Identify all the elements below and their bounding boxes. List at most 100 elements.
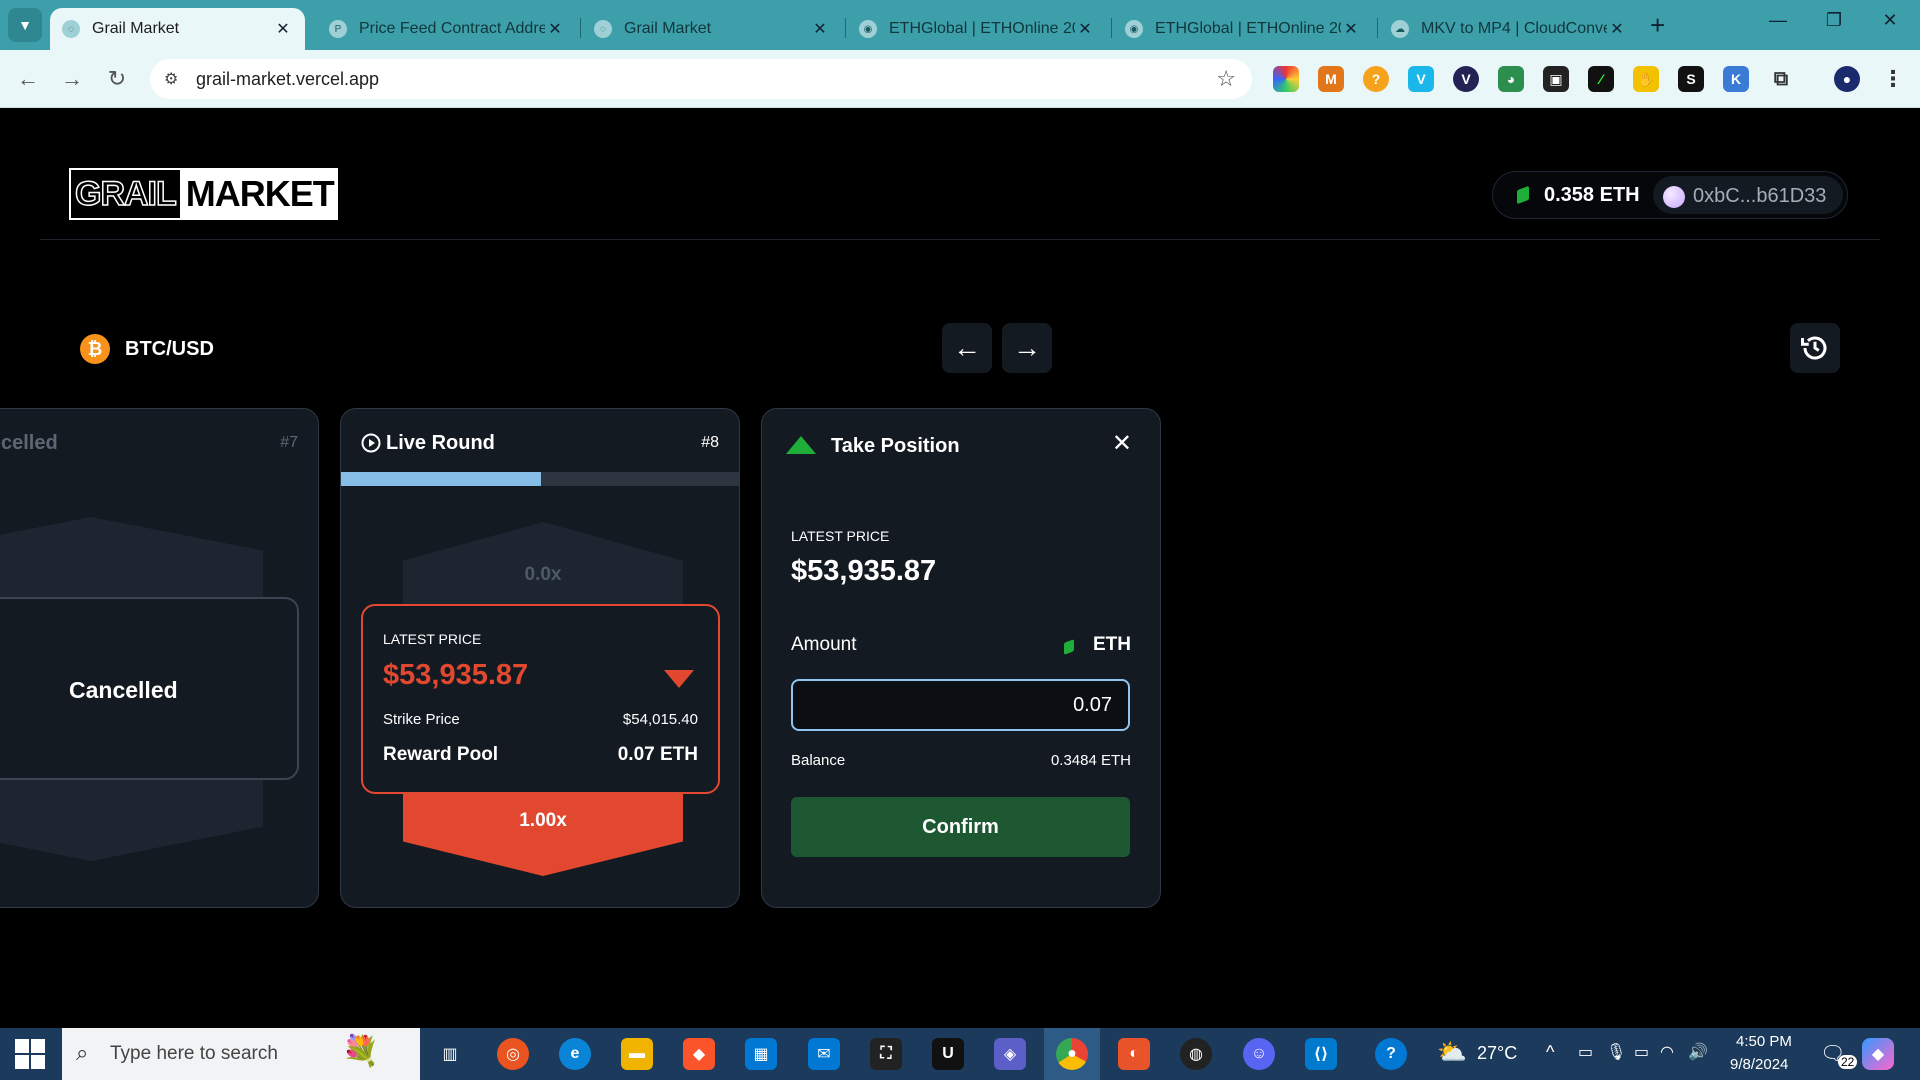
clock-date[interactable]: 9/8/2024 xyxy=(1730,1056,1788,1073)
discord-icon[interactable]: ☺ xyxy=(1243,1038,1275,1070)
minimize-icon[interactable]: — xyxy=(1758,10,1798,31)
microphone-icon[interactable]: 🎙 xyxy=(1606,1042,1626,1062)
live-price-box: LATEST PRICE $53,935.87 Strike Price $54… xyxy=(361,604,720,794)
profile-avatar-icon[interactable]: ● xyxy=(1834,66,1860,92)
tray-chevron-icon[interactable]: ^ xyxy=(1546,1042,1554,1063)
pair-selector[interactable]: ₿ BTC/USD xyxy=(80,334,214,364)
close-tab-icon[interactable]: ✕ xyxy=(1607,19,1627,39)
close-tab-icon[interactable]: ✕ xyxy=(810,19,830,39)
round-card-cancelled[interactable]: celled #7 Cancelled xyxy=(0,408,319,908)
history-button[interactable] xyxy=(1790,323,1840,373)
next-round-button[interactable]: → xyxy=(1002,323,1052,373)
weather-icon[interactable]: ⛅ xyxy=(1437,1038,1467,1067)
close-tab-icon[interactable]: ✕ xyxy=(1075,19,1095,39)
close-tab-icon[interactable]: ✕ xyxy=(273,19,293,39)
obs-icon[interactable]: ◍ xyxy=(1180,1038,1212,1070)
extension-slash-icon[interactable]: ⁄ xyxy=(1588,66,1614,92)
meet-icon[interactable]: ▭ xyxy=(1578,1042,1593,1062)
cloud-icon: ☁ xyxy=(1391,20,1409,38)
url-text[interactable]: grail-market.vercel.app xyxy=(196,69,379,90)
volume-icon[interactable]: 🔊 xyxy=(1688,1042,1708,1062)
back-icon[interactable]: ← xyxy=(14,65,42,93)
vimeo-icon[interactable]: V xyxy=(1408,66,1434,92)
tab-separator xyxy=(845,18,846,38)
mail-icon[interactable]: ✉ xyxy=(808,1038,840,1070)
taskbar-search[interactable]: ⌕ Type here to search 💐 xyxy=(62,1028,420,1080)
capture-icon[interactable]: ⛶ xyxy=(870,1038,902,1070)
amount-label: Amount xyxy=(791,634,857,655)
tab-grail-market-active[interactable]: ◌ Grail Market ✕ xyxy=(50,8,305,50)
chrome-icon[interactable]: ● xyxy=(1056,1038,1088,1070)
down-hexagon[interactable]: 1.00x xyxy=(403,794,683,876)
tab-grail-market[interactable]: ◌ Grail Market ✕ xyxy=(582,8,842,50)
battery-icon[interactable]: ▭ xyxy=(1634,1042,1649,1062)
tab-search-icon[interactable]: ▼ xyxy=(8,8,42,42)
edge-icon[interactable]: e xyxy=(559,1038,591,1070)
wallet-extension-icon[interactable]: ▣ xyxy=(1543,66,1569,92)
cancelled-status: Cancelled xyxy=(69,677,178,703)
globe-icon: ◌ xyxy=(62,20,80,38)
round-number: #7 xyxy=(280,434,298,451)
amount-input[interactable] xyxy=(791,679,1130,731)
copilot-icon[interactable]: ◈ xyxy=(994,1038,1026,1070)
more-menu-icon[interactable]: ⋮ xyxy=(1880,66,1906,92)
reload-icon[interactable]: ↻ xyxy=(103,65,131,93)
brave-browser-icon[interactable]: ◐ xyxy=(1118,1038,1150,1070)
avatar xyxy=(1663,186,1685,208)
ubuntu-icon[interactable]: ◎ xyxy=(497,1038,529,1070)
extension-s-icon[interactable]: S xyxy=(1678,66,1704,92)
site-info-icon[interactable]: ⚙ xyxy=(164,69,178,89)
clock-time[interactable]: 4:50 PM xyxy=(1736,1033,1792,1050)
round-number: #8 xyxy=(701,434,719,451)
account-button[interactable]: 0xbC...b61D33 xyxy=(1653,176,1843,214)
wallet-balance: 0.358 ETH xyxy=(1544,184,1640,206)
epic-games-icon[interactable]: U xyxy=(932,1038,964,1070)
pair-name: BTC/USD xyxy=(125,337,214,360)
tab-title: Price Feed Contract Addre xyxy=(359,20,545,37)
grail-market-page: GRAIL MARKET 0.358 ETH 0xbC...b61D33 ₿ B… xyxy=(0,109,1920,1028)
logo-market: MARKET xyxy=(181,168,338,220)
extension-v-icon[interactable]: V xyxy=(1453,66,1479,92)
close-icon[interactable]: ✕ xyxy=(1112,429,1132,458)
tab-ethglobal-2[interactable]: ◉ ETHGlobal | ETHOnline 202 ✕ xyxy=(1113,8,1373,50)
extension-icon[interactable]: ? xyxy=(1363,66,1389,92)
new-tab-icon[interactable]: + xyxy=(1650,12,1665,38)
wallet-widget[interactable]: 0.358 ETH 0xbC...b61D33 xyxy=(1492,171,1848,219)
metamask-icon[interactable]: M xyxy=(1318,66,1344,92)
up-hexagon xyxy=(0,517,263,597)
tab-price-feed[interactable]: P Price Feed Contract Addre ✕ xyxy=(317,8,577,50)
bookmark-star-icon[interactable]: ☆ xyxy=(1216,66,1236,92)
extension-k-icon[interactable]: K xyxy=(1723,66,1749,92)
round-card-live[interactable]: Live Round #8 0.0x 1.00x LATEST PRICE $5… xyxy=(340,408,740,908)
grail-market-logo[interactable]: GRAIL MARKET xyxy=(69,168,338,220)
task-view-icon[interactable]: ▥ xyxy=(434,1038,466,1070)
windows-icon[interactable] xyxy=(10,1038,50,1070)
forward-icon[interactable]: → xyxy=(58,65,86,93)
brave-icon[interactable]: ◆ xyxy=(683,1038,715,1070)
puzzle-extensions-icon[interactable]: ⧉ xyxy=(1768,66,1794,92)
extension-hand-icon[interactable]: ✋ xyxy=(1633,66,1659,92)
notification-count: 22 xyxy=(1838,1055,1858,1069)
restore-icon[interactable]: ❐ xyxy=(1814,10,1854,31)
close-window-icon[interactable]: ✕ xyxy=(1870,10,1910,31)
color-extension-icon[interactable] xyxy=(1273,66,1299,92)
copilot-tray-icon[interactable]: ◆ xyxy=(1862,1038,1894,1070)
store-icon[interactable]: ▦ xyxy=(745,1038,777,1070)
frog-extension-icon[interactable]: ◕ xyxy=(1498,66,1524,92)
prev-round-button[interactable]: ← xyxy=(942,323,992,373)
tab-ethglobal-1[interactable]: ◉ ETHGlobal | ETHOnline 202 ✕ xyxy=(847,8,1107,50)
latest-price-label: LATEST PRICE xyxy=(383,631,482,647)
tab-title: ETHGlobal | ETHOnline 202 xyxy=(889,20,1075,37)
close-tab-icon[interactable]: ✕ xyxy=(1341,19,1361,39)
address-bar[interactable]: ⚙ grail-market.vercel.app ☆ xyxy=(150,59,1252,99)
help-icon[interactable]: ? xyxy=(1375,1038,1407,1070)
wifi-icon[interactable]: ◠ xyxy=(1660,1042,1674,1062)
up-hexagon[interactable]: 0.0x xyxy=(403,522,683,614)
close-tab-icon[interactable]: ✕ xyxy=(545,19,565,39)
vscode-icon[interactable]: ⟨⟩ xyxy=(1305,1038,1337,1070)
card-title: Take Position xyxy=(831,435,960,457)
tab-cloudconvert[interactable]: ☁ MKV to MP4 | CloudConve ✕ xyxy=(1379,8,1639,50)
confirm-button[interactable]: Confirm xyxy=(791,797,1130,857)
file-explorer-icon[interactable]: ▬ xyxy=(621,1038,653,1070)
weather-temp[interactable]: 27°C xyxy=(1477,1043,1517,1064)
